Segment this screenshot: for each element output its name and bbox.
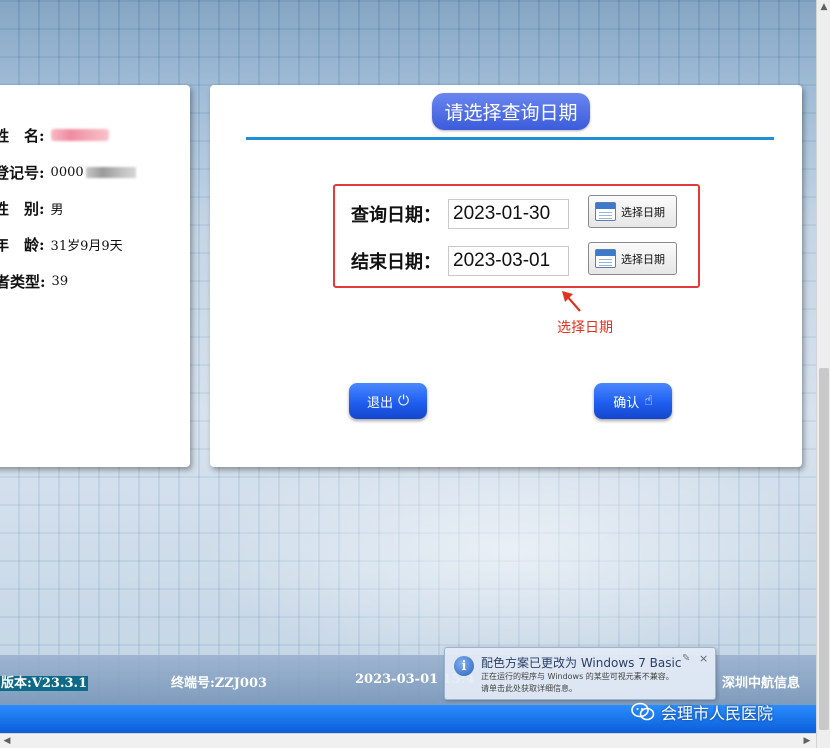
watermark-text: 会理市人民医院	[661, 704, 774, 723]
pin-icon[interactable]: ✎	[682, 653, 690, 664]
vertical-scrollbar[interactable]: ▲	[816, 0, 830, 748]
terminal-text: 终端号:ZZJ003	[171, 676, 268, 691]
patient-age-value: 31岁9月9天	[50, 238, 123, 254]
exit-button[interactable]: 退出 ⏻	[349, 383, 427, 419]
query-date-label: 查询日期：	[351, 205, 441, 226]
patient-gender-label: 性 别:	[0, 199, 45, 218]
version-text: 版本:V23.3.1	[0, 676, 89, 691]
patient-info-card: 姓 名: 登记号: 0000 性 别: 男 年 龄: 31岁9月9天 患者类型:…	[0, 85, 190, 467]
patient-age-row: 年 龄: 31岁9月9天	[0, 233, 123, 255]
patient-reg-value: 0000	[50, 164, 84, 180]
patient-age-label: 年 龄:	[0, 235, 45, 254]
patient-reg-redacted	[85, 166, 136, 178]
patient-type-value: 39	[51, 273, 69, 289]
hand-pointer-icon: ☝	[644, 393, 653, 409]
notification-title: 配色方案已更改为 Windows 7 Basic	[481, 656, 682, 670]
query-date-input[interactable]: 2023-01-30	[448, 199, 569, 229]
patient-name-redacted	[50, 129, 109, 141]
patient-gender-row: 性 别: 男	[0, 197, 64, 219]
vertical-scroll-thumb[interactable]	[819, 368, 829, 730]
date-dialog-card: 请选择查询日期 查询日期： 2023-01-30 选择日期 结束日期： 2023…	[210, 85, 802, 467]
horizontal-scrollbar[interactable]: ◀ ▶	[0, 733, 816, 748]
patient-type-label: 患者类型:	[0, 272, 46, 291]
wechat-watermark: 会理市人民医院	[631, 700, 773, 724]
company-text: 深圳中航信息	[722, 676, 801, 691]
patient-reg-label: 登记号:	[0, 163, 45, 182]
patient-gender-value: 男	[50, 202, 64, 218]
calendar-icon	[595, 202, 616, 221]
end-date-row: 结束日期： 2023-03-01	[351, 244, 569, 278]
patient-name-label: 姓 名:	[0, 126, 45, 145]
notification-body: 正在运行的程序与 Windows 的某些可视元素不兼容。 请单击此处获取详细信息…	[481, 672, 674, 693]
scroll-up-icon[interactable]: ▲	[817, 0, 830, 14]
annotation-arrow-icon	[562, 291, 581, 312]
end-date-input[interactable]: 2023-03-01	[448, 246, 569, 276]
query-date-pick-button[interactable]: 选择日期	[588, 195, 677, 228]
info-icon: i	[454, 656, 474, 676]
end-date-label: 结束日期：	[351, 252, 441, 273]
patient-name-row: 姓 名:	[0, 124, 109, 146]
power-icon: ⏻	[397, 393, 410, 409]
exit-button-label: 退出	[366, 395, 393, 411]
query-date-pick-label: 选择日期	[621, 205, 665, 219]
windows-notification[interactable]: i 配色方案已更改为 Windows 7 Basic 正在运行的程序与 Wind…	[444, 647, 716, 700]
patient-reg-row: 登记号: 0000	[0, 161, 136, 183]
scroll-left-icon[interactable]: ◀	[0, 735, 14, 747]
scroll-right-icon[interactable]: ▶	[800, 735, 814, 747]
end-date-pick-button[interactable]: 选择日期	[588, 242, 677, 275]
patient-type-row: 患者类型: 39	[0, 270, 68, 292]
end-date-pick-label: 选择日期	[621, 252, 665, 266]
annotation-text: 选择日期	[557, 320, 613, 336]
calendar-icon	[595, 249, 616, 268]
dialog-title: 请选择查询日期	[432, 93, 590, 130]
wechat-icon	[631, 702, 655, 721]
confirm-button[interactable]: 确认 ☝	[594, 383, 672, 419]
query-date-row: 查询日期： 2023-01-30	[351, 197, 569, 231]
title-divider	[246, 137, 774, 140]
confirm-button-label: 确认	[613, 395, 640, 411]
close-icon[interactable]: ×	[699, 652, 708, 665]
date-selection-box: 查询日期： 2023-01-30 选择日期 结束日期： 2023-03-01 选…	[333, 184, 700, 288]
